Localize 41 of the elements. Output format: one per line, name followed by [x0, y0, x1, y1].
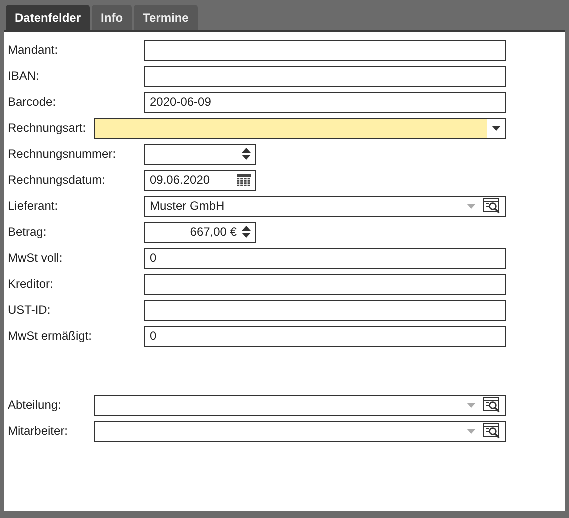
tab[interactable]: Termine — [134, 5, 198, 30]
lookup-field[interactable] — [94, 420, 506, 442]
number-field[interactable] — [144, 144, 256, 164]
date-field[interactable]: 09.06.2020 — [144, 170, 256, 190]
number-field[interactable]: 667,00 € — [144, 222, 256, 242]
search-list-icon[interactable] — [483, 397, 501, 413]
text-field[interactable]: 2020-06-09 — [144, 92, 506, 112]
field-label: MwSt voll: — [8, 250, 64, 267]
search-list-icon[interactable] — [483, 423, 501, 439]
text-field[interactable] — [144, 66, 506, 86]
calendar-icon[interactable] — [237, 174, 251, 186]
text-field[interactable] — [144, 300, 506, 320]
field-label: Mitarbeiter: — [8, 423, 70, 440]
field-label: Kreditor: — [8, 276, 54, 293]
field-label: UST-ID: — [8, 302, 52, 319]
caret-icon — [467, 428, 476, 434]
caret-icon — [467, 402, 476, 408]
text-field[interactable]: 0 — [144, 326, 506, 346]
lookup-field[interactable] — [94, 394, 506, 416]
text-field[interactable]: 0 — [144, 248, 506, 268]
field-label: Lieferant: — [8, 198, 60, 215]
field-label: Rechnungsnummer: — [8, 146, 118, 163]
caret-icon — [467, 204, 476, 208]
field-label: Mandant: — [8, 42, 60, 59]
text-field[interactable] — [144, 40, 506, 60]
field-label: Rechnungsdatum: — [8, 172, 106, 189]
text-field[interactable] — [144, 274, 506, 294]
field-label: MwSt ermäßigt: — [8, 328, 94, 345]
field-label: IBAN: — [8, 68, 40, 85]
tab[interactable]: Info — [92, 5, 132, 30]
field-label: Barcode: — [8, 94, 58, 111]
caret-icon — [492, 126, 500, 130]
dropdown-field[interactable] — [94, 118, 506, 138]
field-label: Rechnungsart: — [8, 120, 88, 137]
spinner-arrows-icon[interactable] — [242, 226, 251, 238]
search-list-icon[interactable] — [483, 198, 501, 214]
field-label: Abteilung: — [8, 397, 62, 414]
tab[interactable]: Datenfelder — [6, 5, 90, 30]
lookup-field[interactable]: Muster GmbH — [144, 196, 506, 216]
field-label: Betrag: — [8, 224, 48, 241]
spinner-arrows-icon[interactable] — [242, 148, 251, 160]
